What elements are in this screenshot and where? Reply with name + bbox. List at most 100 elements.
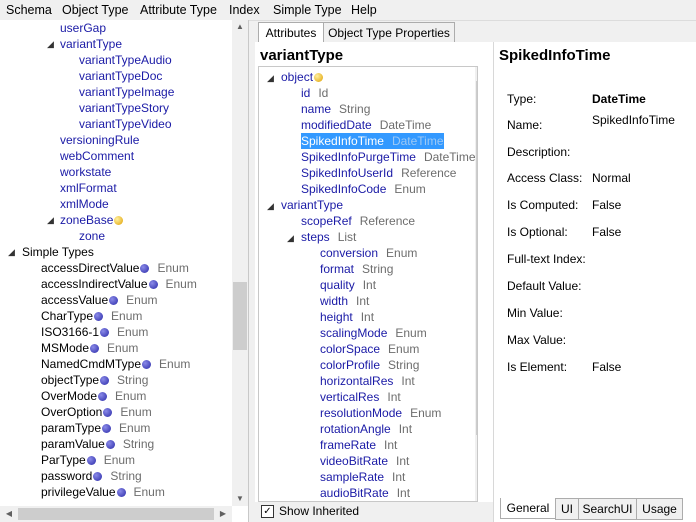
- tree-item-varianttype[interactable]: variantType: [281, 197, 343, 213]
- collapse-arrow-icon[interactable]: ◢: [47, 215, 54, 226]
- inherited-dot-icon: [114, 216, 124, 225]
- tab-searchui[interactable]: SearchUI: [578, 498, 637, 520]
- collapse-arrow-icon[interactable]: ◢: [8, 247, 15, 258]
- attribute-row-modifieddate[interactable]: modifiedDate DateTime: [301, 117, 431, 133]
- attribute-row-format[interactable]: format String: [320, 261, 393, 277]
- scroll-up-arrow-icon[interactable]: ▲: [233, 22, 247, 31]
- schema-tree[interactable]: userGap ◢ variantType variantTypeAudio v…: [0, 20, 249, 522]
- tab-general[interactable]: General: [500, 498, 556, 519]
- attribute-row-colorspace[interactable]: colorSpace Enum: [320, 341, 419, 357]
- tree-item-usergap[interactable]: userGap: [60, 20, 106, 36]
- tree-item-xmlformat[interactable]: xmlFormat: [60, 180, 117, 196]
- simple-type-item-password[interactable]: password String: [41, 468, 142, 484]
- attribute-row-height[interactable]: height Int: [320, 309, 374, 325]
- attribute-row-rotationangle[interactable]: rotationAngle Int: [320, 421, 412, 437]
- attribute-type: Enum: [386, 246, 418, 260]
- attribute-row-spikedinfotime[interactable]: SpikedInfoTime DateTime: [301, 133, 444, 149]
- tree-item-object[interactable]: object: [281, 69, 324, 85]
- simple-type-item-namedcmdmtype[interactable]: NamedCmdMType Enum: [41, 356, 190, 372]
- scroll-right-arrow-icon[interactable]: ▶: [216, 509, 230, 518]
- simple-type-item-overmode[interactable]: OverMode Enum: [41, 388, 146, 404]
- simple-type-dot-icon: [142, 360, 152, 369]
- simple-type-item-overoption[interactable]: OverOption Enum: [41, 404, 152, 420]
- simple-type-item-objecttype[interactable]: objectType String: [41, 372, 148, 388]
- scroll-up-arrow-icon[interactable]: ▲: [476, 69, 477, 78]
- collapse-arrow-icon[interactable]: ◢: [47, 39, 54, 50]
- simple-type-dot-icon: [98, 392, 108, 401]
- tree-item-versioningrule[interactable]: versioningRule: [60, 132, 139, 148]
- attribute-row-steps[interactable]: steps List: [301, 229, 356, 245]
- attribute-row-videobitrate[interactable]: videoBitRate Int: [320, 453, 409, 469]
- simple-type-kind: Enum: [103, 453, 136, 467]
- collapse-arrow-icon[interactable]: ◢: [267, 201, 274, 212]
- tree-item-simple-types[interactable]: Simple Types: [22, 244, 94, 260]
- attribute-row-spikedinfocode[interactable]: SpikedInfoCode Enum: [301, 181, 426, 197]
- attribute-row-spikedinfopurgetime[interactable]: SpikedInfoPurgeTime DateTime: [301, 149, 476, 165]
- simple-type-item-msmode[interactable]: MSMode Enum: [41, 340, 138, 356]
- collapse-arrow-icon[interactable]: ◢: [267, 73, 274, 84]
- attributes-vertical-scrollbar[interactable]: ▲: [475, 67, 477, 501]
- tree-item-varianttypedoc[interactable]: variantTypeDoc: [79, 68, 162, 84]
- attribute-type: Int: [356, 294, 370, 308]
- simple-type-item-accessvalue[interactable]: accessValue Enum: [41, 292, 158, 308]
- attribute-row-audiobitrate[interactable]: audioBitRate Int: [320, 485, 410, 501]
- scroll-down-arrow-icon[interactable]: ▼: [233, 494, 247, 503]
- attribute-row-horizontalres[interactable]: horizontalRes Int: [320, 373, 415, 389]
- attribute-row-resolutionmode[interactable]: resolutionMode Enum: [320, 405, 441, 421]
- attribute-name: quality: [320, 278, 355, 292]
- attribute-row-conversion[interactable]: conversion Enum: [320, 245, 417, 261]
- menu-simple-type[interactable]: Simple Type: [273, 3, 342, 17]
- tree-item-varianttypeaudio[interactable]: variantTypeAudio: [79, 52, 172, 68]
- attribute-row-name[interactable]: name String: [301, 101, 370, 117]
- property-label-is-optional-: Is Optional:: [507, 225, 568, 239]
- scrollbar-thumb[interactable]: [233, 282, 247, 350]
- left-horizontal-scrollbar[interactable]: ◀ ▶: [0, 506, 232, 522]
- attribute-row-width[interactable]: width Int: [320, 293, 369, 309]
- attributes-tree[interactable]: ◢ object id Id name String modifiedDate DateT…: [258, 66, 478, 502]
- attribute-row-scoperef[interactable]: scopeRef Reference: [301, 213, 415, 229]
- tab-object-type-properties[interactable]: Object Type Properties: [323, 22, 455, 43]
- tree-item-zone[interactable]: zone: [79, 228, 105, 244]
- simple-type-item-chartype[interactable]: CharType Enum: [41, 308, 142, 324]
- attribute-row-framerate[interactable]: frameRate Int: [320, 437, 397, 453]
- menu-help[interactable]: Help: [351, 3, 377, 17]
- menu-index[interactable]: Index: [229, 3, 260, 17]
- property-label-name-: Name:: [507, 118, 543, 132]
- simple-type-item-accessindirectvalue[interactable]: accessIndirectValue Enum: [41, 276, 197, 292]
- attribute-row-id[interactable]: id Id: [301, 85, 328, 101]
- tree-item-webcomment[interactable]: webComment: [60, 148, 134, 164]
- simple-type-item-privilegevalue[interactable]: privilegeValue Enum: [41, 484, 165, 500]
- tree-item-varianttype[interactable]: variantType: [60, 36, 122, 52]
- show-inherited-checkbox[interactable]: ✓: [261, 505, 274, 518]
- tree-item-workstate[interactable]: workstate: [60, 164, 111, 180]
- scrollbar-thumb[interactable]: [476, 81, 477, 435]
- simple-type-item-paramvalue[interactable]: paramValue String: [41, 436, 154, 452]
- tab-usage[interactable]: Usage: [636, 498, 683, 520]
- scroll-left-arrow-icon[interactable]: ◀: [2, 509, 16, 518]
- tree-item-zonebase[interactable]: zoneBase: [60, 212, 124, 228]
- tree-item-varianttypeimage[interactable]: variantTypeImage: [79, 84, 174, 100]
- simple-type-item-iso3166-1[interactable]: ISO3166-1 Enum: [41, 324, 148, 340]
- tab-ui[interactable]: UI: [555, 498, 579, 520]
- menu-attribute-type[interactable]: Attribute Type: [140, 3, 217, 17]
- tree-item-varianttypevideo[interactable]: variantTypeVideo: [79, 116, 172, 132]
- attribute-row-scalingmode[interactable]: scalingMode Enum: [320, 325, 427, 341]
- simple-type-item-accessdirectvalue[interactable]: accessDirectValue Enum: [41, 260, 189, 276]
- simple-type-kind: Enum: [126, 293, 158, 307]
- attribute-row-samplerate[interactable]: sampleRate Int: [320, 469, 405, 485]
- horizontal-scrollbar-thumb[interactable]: [18, 508, 214, 520]
- attribute-row-colorprofile[interactable]: colorProfile String: [320, 357, 419, 373]
- menu-schema[interactable]: Schema: [6, 3, 52, 17]
- collapse-arrow-icon[interactable]: ◢: [287, 233, 294, 244]
- simple-type-item-paramtype[interactable]: paramType Enum: [41, 420, 150, 436]
- tab-attributes[interactable]: Attributes: [258, 22, 324, 43]
- tree-item-xmlmode[interactable]: xmlMode: [60, 196, 109, 212]
- left-vertical-scrollbar[interactable]: ▲ ▼: [232, 20, 248, 506]
- attribute-row-quality[interactable]: quality Int: [320, 277, 376, 293]
- simple-type-item-partype[interactable]: ParType Enum: [41, 452, 135, 468]
- menu-object-type[interactable]: Object Type: [62, 3, 128, 17]
- attribute-row-spikedinfouserid[interactable]: SpikedInfoUserId Reference: [301, 165, 456, 181]
- tree-item-varianttypestory[interactable]: variantTypeStory: [79, 100, 169, 116]
- attribute-row-verticalres[interactable]: verticalRes Int: [320, 389, 401, 405]
- attribute-type: Int: [396, 486, 411, 500]
